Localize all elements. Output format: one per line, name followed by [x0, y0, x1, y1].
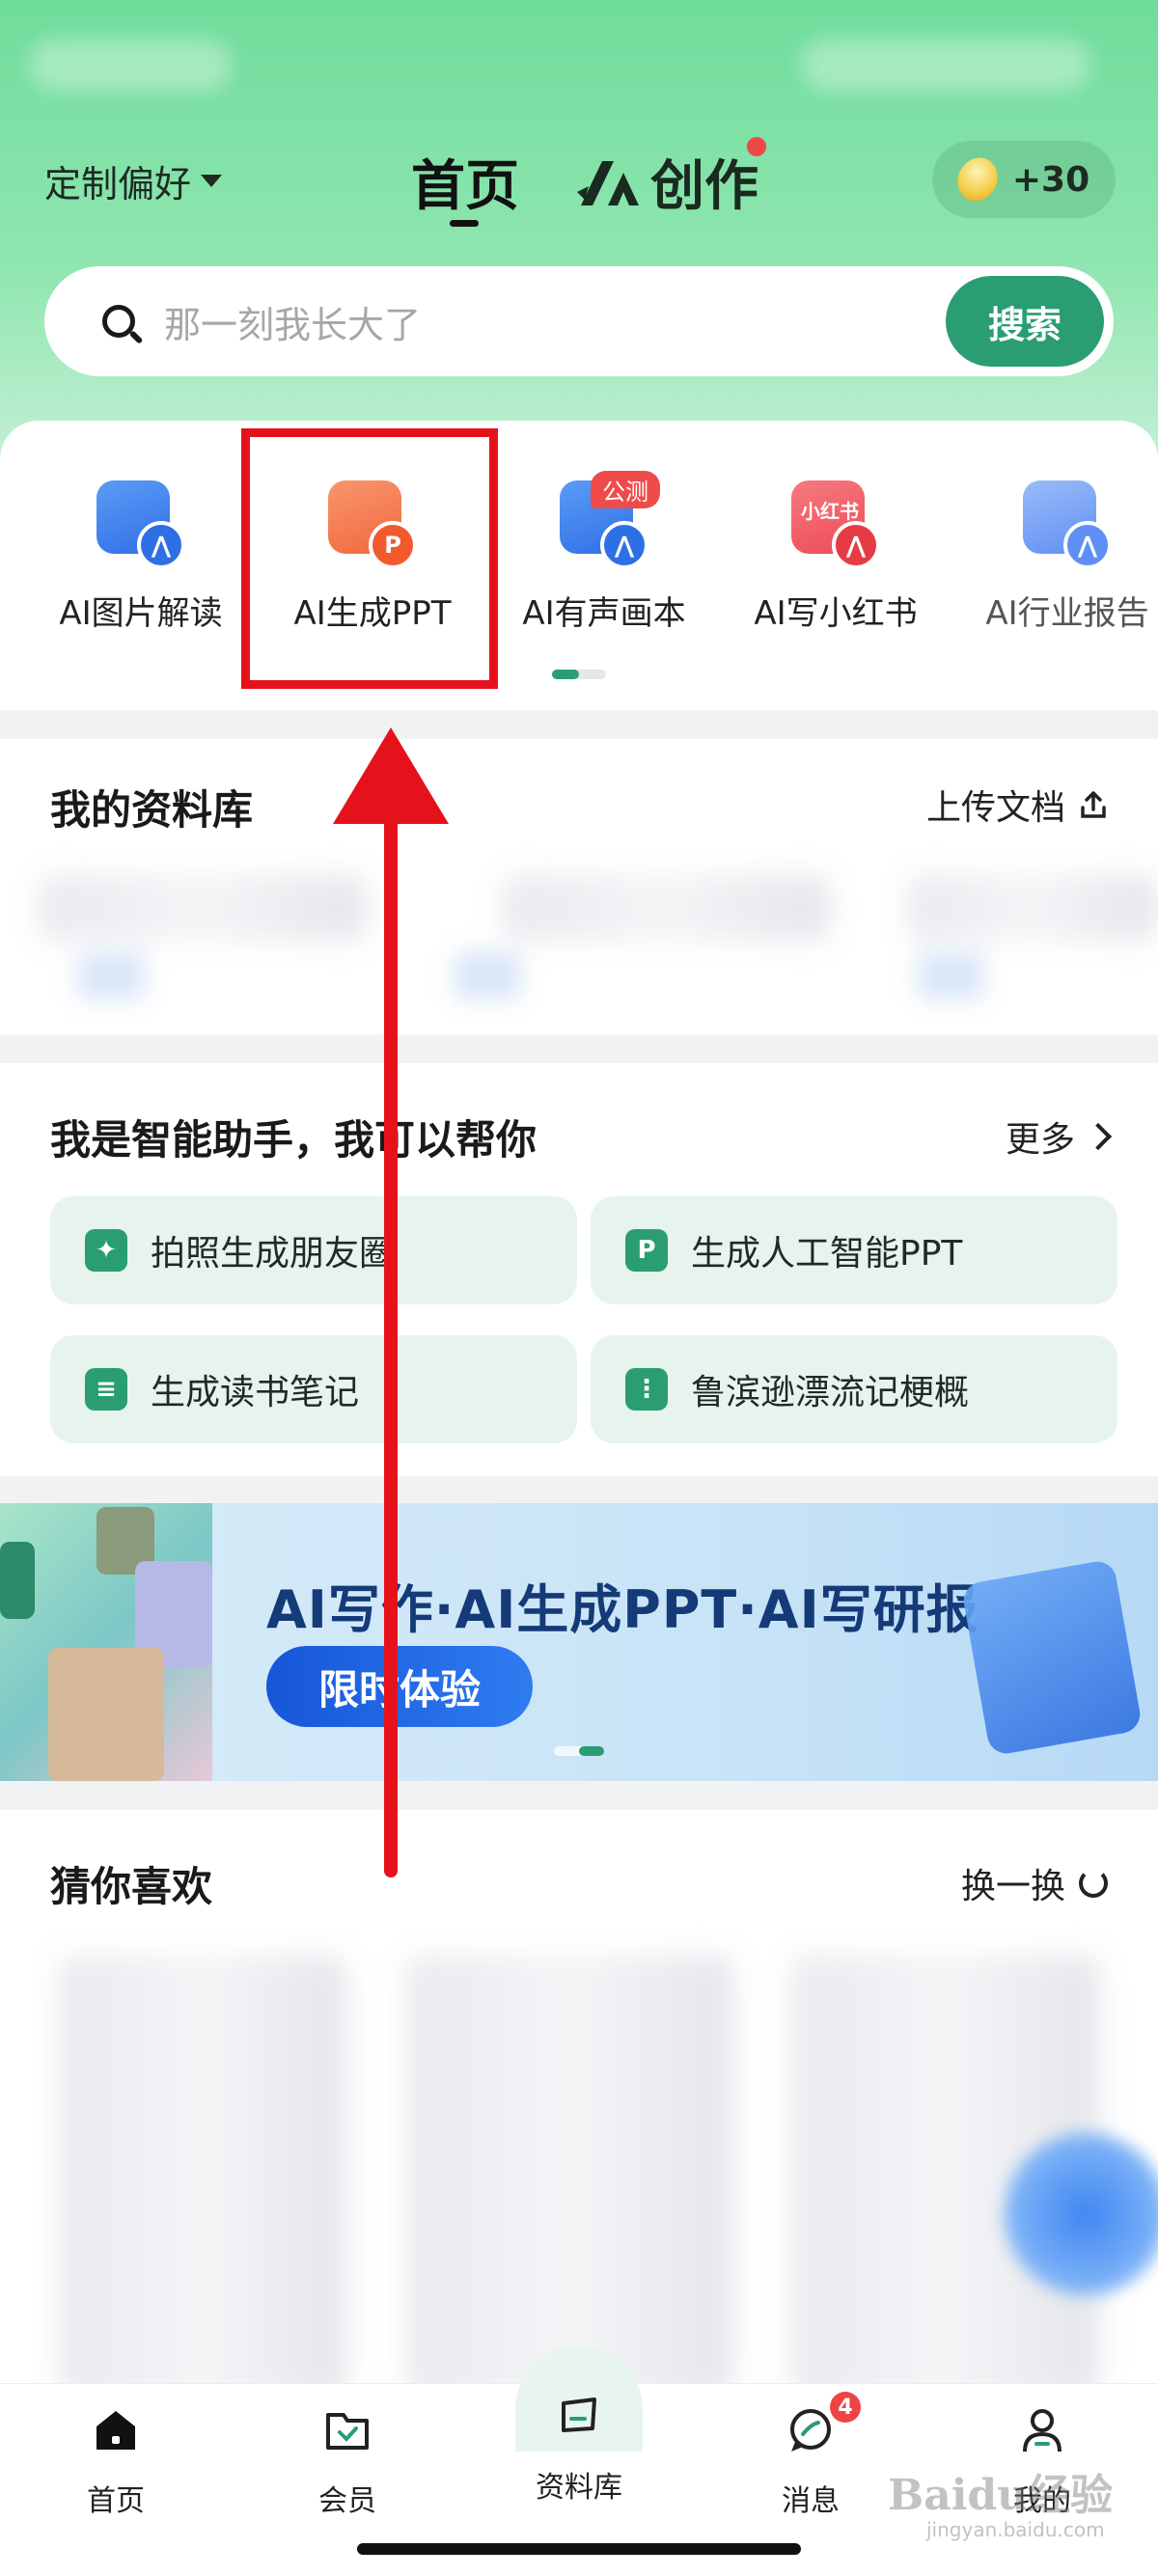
feature-shortcuts: ⋀ AI图片解读 P AI生成PPT ⋀ AI有声画本 公测 小红书 ⋀ AI写…	[0, 421, 1158, 710]
prompt-chip-moments[interactable]: ✦ 拍照生成朋友圈	[50, 1196, 577, 1304]
search-input[interactable]: 那一刻我长大了	[164, 295, 421, 348]
prompt-label: 拍照生成朋友圈	[151, 1234, 395, 1274]
home-icon	[96, 2411, 135, 2450]
library-item-thumb	[454, 951, 521, 1000]
upload-icon	[1081, 791, 1106, 818]
photo-spark-icon: ✦	[85, 1229, 127, 1272]
search-icon	[102, 305, 135, 338]
status-bar-right	[801, 39, 1090, 91]
vip-icon	[326, 2413, 369, 2450]
library-item-thumb	[917, 951, 984, 1000]
prompt-chip-ppt[interactable]: P 生成人工智能PPT	[591, 1196, 1117, 1304]
beta-tag: 公测	[591, 471, 660, 508]
annotation-arrow-shaft	[384, 772, 398, 1877]
profile-icon	[1023, 2409, 1062, 2453]
coin-count: +30	[1011, 159, 1090, 200]
create-logo-icon	[577, 160, 639, 206]
preference-dropdown[interactable]: 定制偏好	[44, 154, 223, 207]
image-ai-icon: ⋀	[96, 480, 185, 569]
xiaohongshu-ai-icon: 小红书 ⋀	[791, 480, 880, 569]
message-count-badge: 4	[830, 2392, 861, 2423]
caret-down-icon	[201, 175, 223, 187]
recommend-title: 猜你喜欢	[50, 1863, 213, 1910]
more-label: 更多	[1005, 1120, 1075, 1160]
tab-bar-vip[interactable]: 会员	[270, 2403, 425, 2519]
refresh-label: 换一换	[960, 1867, 1065, 1906]
upload-document-button[interactable]: 上传文档	[926, 780, 1108, 830]
banner-ai-device-icon	[960, 1558, 1144, 1757]
feature-label: AI有声画本	[522, 594, 686, 633]
prompt-label: 鲁滨逊漂流记梗概	[691, 1373, 970, 1412]
tab-create[interactable]: 创作	[575, 143, 758, 221]
preference-label: 定制偏好	[44, 163, 192, 206]
tab-home[interactable]: 首页	[411, 143, 519, 221]
refresh-button[interactable]: 换一换	[961, 1858, 1108, 1908]
baidu-watermark-url: jingyan.baidu.com	[926, 2518, 1105, 2541]
library-icon	[562, 2398, 596, 2432]
status-bar-left	[29, 39, 232, 91]
banner-title: AI写作·AI生成PPT·AI写研报	[266, 1579, 979, 1640]
ppt-icon: P	[625, 1229, 668, 1272]
tab-bar-home[interactable]: 首页	[39, 2403, 193, 2519]
library-section: 我的资料库 上传文档	[0, 739, 1158, 1034]
tab-bar-messages[interactable]: 消息	[733, 2403, 888, 2519]
tab-create-label: 创作	[650, 155, 758, 218]
tab-label: 消息	[782, 2484, 840, 2518]
banner-page-indicator	[554, 1746, 604, 1756]
prompt-label: 生成人工智能PPT	[691, 1234, 963, 1274]
banner-illustration	[0, 1503, 212, 1781]
prompt-label: 生成读书笔记	[151, 1373, 360, 1412]
promo-banner[interactable]: AI写作·AI生成PPT·AI写研报 限时体验	[0, 1503, 1158, 1781]
search-bar[interactable]: 那一刻我长大了 搜索	[44, 266, 1114, 376]
more-button[interactable]: 更多	[1005, 1111, 1113, 1162]
feature-ai-image-reading[interactable]: ⋀ AI图片解读	[35, 480, 247, 634]
floating-assistant-button[interactable]	[1004, 2132, 1158, 2296]
feature-label: AI图片解读	[59, 594, 223, 633]
prompt-chip-reading-notes[interactable]: ≡ 生成读书笔记	[50, 1335, 577, 1443]
coin-reward-button[interactable]: +30	[932, 141, 1116, 218]
message-icon	[790, 2409, 831, 2452]
tab-label: 会员	[318, 2484, 376, 2518]
tab-label: 资料库	[536, 2471, 622, 2505]
library-item[interactable]	[502, 874, 830, 942]
recommend-section: 猜你喜欢 换一换	[0, 1810, 1158, 2398]
annotation-highlight-box	[241, 428, 498, 689]
library-title: 我的资料库	[50, 786, 254, 834]
baidu-watermark: Baidu经验	[888, 2471, 1114, 2520]
notification-dot	[747, 137, 766, 156]
banner-cta-button[interactable]: 限时体验	[266, 1646, 533, 1727]
library-item-thumb	[77, 951, 145, 1000]
library-item[interactable]	[39, 874, 367, 942]
assistant-title: 我是智能助手，我可以帮你	[50, 1116, 538, 1164]
search-button[interactable]: 搜索	[946, 276, 1104, 367]
home-indicator	[357, 2543, 801, 2555]
banner-page-indicator-active	[579, 1746, 604, 1756]
report-ai-icon: ⋀	[1023, 480, 1112, 569]
tab-home-indicator	[450, 220, 479, 227]
feature-ai-xiaohongshu[interactable]: 小红书 ⋀ AI写小红书	[730, 480, 942, 634]
bean-coin-icon	[951, 151, 1005, 208]
recommend-card[interactable]	[58, 1955, 347, 2398]
tab-label: 首页	[87, 2484, 145, 2518]
annotation-arrow-head	[333, 727, 449, 824]
feature-page-indicator-active	[552, 670, 579, 679]
chevron-right-icon	[1084, 1122, 1113, 1151]
prompt-chip-summary[interactable]: ⋮ 鲁滨逊漂流记梗概	[591, 1335, 1117, 1443]
tab-bar-library[interactable]: 资料库	[502, 2398, 656, 2506]
book-summary-icon: ⋮	[625, 1368, 668, 1411]
library-item[interactable]	[907, 874, 1158, 942]
feature-label: AI写小红书	[754, 594, 918, 633]
note-icon: ≡	[85, 1368, 127, 1411]
feature-ai-industry-report[interactable]: ⋀ AI行业报告	[961, 480, 1158, 634]
refresh-icon	[1079, 1869, 1108, 1898]
feature-page-indicator	[552, 670, 606, 679]
recommend-card[interactable]	[405, 1955, 733, 2398]
xiaohongshu-icon-text: 小红书	[801, 500, 859, 523]
feature-label: AI行业报告	[985, 594, 1149, 633]
assistant-section: 我是智能助手，我可以帮你 更多 ✦ 拍照生成朋友圈 P 生成人工智能PPT ≡ …	[0, 1063, 1158, 1476]
upload-label: 上传文档	[925, 788, 1065, 828]
